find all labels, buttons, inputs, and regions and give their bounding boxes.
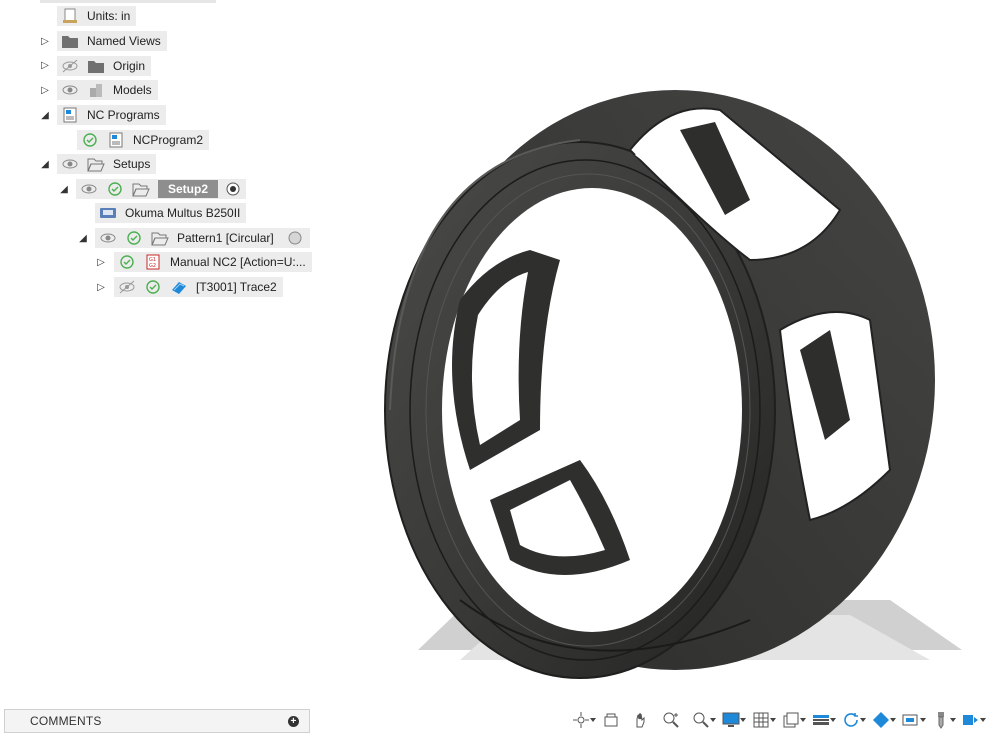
check-circle-icon: [106, 181, 124, 197]
browser-node-units[interactable]: Units: in: [57, 6, 137, 26]
zoom-icon[interactable]: [658, 709, 684, 731]
collapse-triangle-pattern1[interactable]: ◢: [78, 234, 88, 244]
browser-panel: Units: in ▷ Named Views ▷ Origin ▷ Model…: [0, 0, 330, 310]
browser-node-ncprogram2[interactable]: NCProgram2: [77, 130, 210, 150]
grid-icon[interactable]: [748, 709, 776, 731]
machine-label: Okuma Multus B250II: [125, 206, 241, 220]
eye-icon[interactable]: [99, 230, 117, 246]
browser-node-trace2[interactable]: [T3001] Trace2: [114, 277, 283, 297]
expand-triangle-named-views[interactable]: ▷: [40, 37, 50, 47]
comments-panel[interactable]: COMMENTS +: [4, 709, 310, 733]
browser-node-pattern1[interactable]: Pattern1 [Circular]: [95, 228, 310, 248]
browser-node-nc-programs[interactable]: NC Programs: [57, 105, 166, 125]
units-label: Units: in: [87, 9, 131, 23]
eye-icon[interactable]: [80, 181, 98, 197]
manual-nc2-label: Manual NC2 [Action=U:...: [170, 255, 306, 269]
models-icon: [87, 82, 105, 98]
ncprogram2-label: NCProgram2: [133, 133, 204, 147]
gcode-icon: G1 G2: [144, 254, 162, 270]
expand-triangle-manual-nc2[interactable]: ▷: [96, 258, 106, 268]
named-views-label: Named Views: [87, 34, 161, 48]
add-comment-icon[interactable]: +: [288, 716, 299, 727]
folder-icon: [87, 58, 105, 74]
check-circle-icon: [144, 279, 162, 295]
document-icon: [61, 8, 79, 24]
navigation-bar: [568, 707, 999, 733]
expand-triangle-trace2[interactable]: ▷: [96, 283, 106, 293]
pattern1-label: Pattern1 [Circular]: [177, 231, 274, 245]
nc-programs-label: NC Programs: [87, 108, 160, 122]
browser-node-models[interactable]: Models: [57, 80, 158, 100]
check-circle-icon: [118, 254, 136, 270]
browser-node-named-views[interactable]: Named Views: [57, 31, 167, 51]
display-settings-icon[interactable]: [718, 709, 746, 731]
open-folder-icon: [132, 181, 150, 197]
setup2-label: Setup2: [158, 180, 219, 198]
browser-node-setup2[interactable]: Setup2: [76, 179, 247, 199]
orbit-free-icon[interactable]: [838, 709, 866, 731]
svg-text:G2: G2: [149, 263, 156, 269]
open-folder-icon: [87, 156, 105, 172]
browser-node-manual-nc2[interactable]: G1 G2 Manual NC2 [Action=U:...: [114, 252, 312, 272]
browser-node-machine[interactable]: Okuma Multus B250II: [95, 203, 247, 223]
look-at-icon[interactable]: [598, 709, 624, 731]
tool-icon[interactable]: [928, 709, 956, 731]
visual-style-icon[interactable]: [868, 709, 896, 731]
origin-label: Origin: [113, 59, 146, 73]
camera-icon[interactable]: [898, 709, 926, 731]
nc-program-icon: [61, 107, 79, 123]
browser-top-strip: [40, 0, 216, 3]
orbit-icon[interactable]: [568, 709, 596, 731]
browser-node-setups[interactable]: Setups: [57, 154, 157, 174]
hide-panel-icon[interactable]: [958, 709, 986, 731]
open-folder-icon: [151, 230, 169, 246]
eye-icon[interactable]: [61, 156, 79, 172]
machine-icon: [99, 205, 117, 221]
browser-node-origin[interactable]: Origin: [57, 56, 152, 76]
expand-triangle-models[interactable]: ▷: [40, 86, 50, 96]
environment-icon[interactable]: [808, 709, 836, 731]
eye-hidden-icon[interactable]: [118, 279, 136, 295]
trace-toolpath-icon: [170, 279, 188, 295]
zoom-window-icon[interactable]: [688, 709, 716, 731]
3d-viewport[interactable]: [330, 0, 999, 705]
models-label: Models: [113, 83, 152, 97]
comments-label: COMMENTS: [30, 714, 102, 728]
trace2-label: [T3001] Trace2: [196, 280, 277, 294]
check-circle-icon: [81, 132, 99, 148]
eye-hidden-icon[interactable]: [61, 58, 79, 74]
check-circle-icon: [125, 230, 143, 246]
collapse-triangle-setup2[interactable]: ◢: [59, 185, 69, 195]
eye-icon[interactable]: [61, 82, 79, 98]
active-radio-icon[interactable]: [224, 181, 242, 197]
viewports-icon[interactable]: [778, 709, 806, 731]
expand-triangle-origin[interactable]: ▷: [40, 61, 50, 71]
pan-icon[interactable]: [628, 709, 654, 731]
nc-program-icon: [107, 132, 125, 148]
collapse-triangle-setups[interactable]: ◢: [40, 160, 50, 170]
folder-icon: [61, 33, 79, 49]
inactive-radio-icon[interactable]: [286, 230, 304, 246]
model-render: [384, 90, 962, 679]
setups-label: Setups: [113, 157, 151, 171]
collapse-triangle-nc-programs[interactable]: ◢: [40, 111, 50, 121]
